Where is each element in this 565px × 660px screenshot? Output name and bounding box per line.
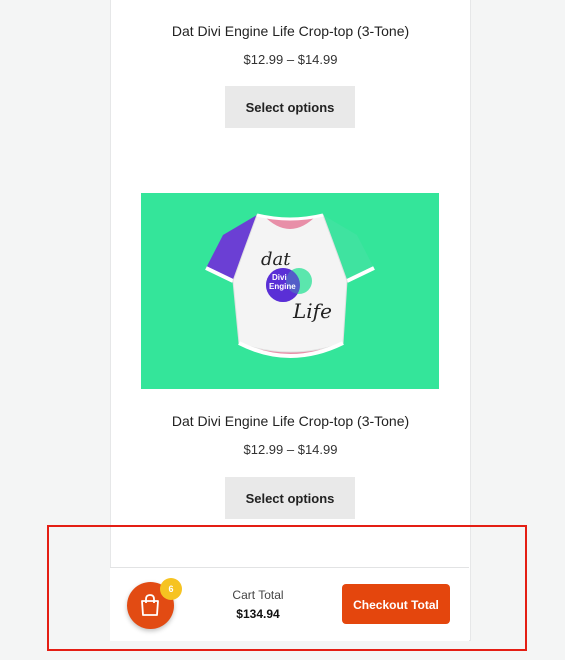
cart-count-badge: 6 bbox=[160, 578, 182, 600]
shirt-logo-line1: Divi bbox=[272, 273, 287, 282]
shirt-text-top: dat bbox=[261, 249, 291, 270]
checkout-button[interactable]: Checkout Total bbox=[342, 584, 450, 624]
shirt-text-bottom: Life bbox=[293, 299, 332, 323]
shopping-bag-icon bbox=[141, 594, 159, 616]
product-card: Dat Divi Engine Life Crop-top (3-Tone) $… bbox=[111, 22, 470, 69]
product-price: $12.99 – $14.99 bbox=[243, 442, 338, 457]
select-options-button[interactable]: Select options bbox=[225, 86, 355, 128]
sticky-cart-bar: 6 Cart Total $134.94 Checkout Total bbox=[110, 567, 469, 641]
product-card: Dat Divi Engine Life Crop-top (3-Tone) $… bbox=[111, 412, 470, 459]
select-options-button[interactable]: Select options bbox=[225, 477, 355, 519]
product-list: Dat Divi Engine Life Crop-top (3-Tone) $… bbox=[110, 0, 471, 641]
product-image[interactable]: dat Divi Engine Life bbox=[141, 193, 439, 389]
crop-top-shirt-image bbox=[205, 213, 375, 358]
page: Dat Divi Engine Life Crop-top (3-Tone) $… bbox=[0, 0, 565, 660]
cart-total-value: $134.94 bbox=[236, 607, 280, 621]
cart-total-label: Cart Total bbox=[232, 588, 284, 602]
product-title[interactable]: Dat Divi Engine Life Crop-top (3-Tone) bbox=[111, 412, 470, 430]
product-title[interactable]: Dat Divi Engine Life Crop-top (3-Tone) bbox=[111, 22, 470, 40]
product-price: $12.99 – $14.99 bbox=[243, 52, 338, 67]
shirt-logo-line2: Engine bbox=[269, 282, 296, 291]
